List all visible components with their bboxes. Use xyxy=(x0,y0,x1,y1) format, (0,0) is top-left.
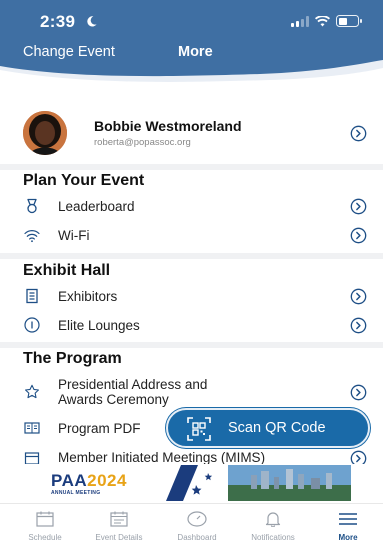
list-item-wifi[interactable]: Wi-Fi xyxy=(0,225,383,247)
profile-name: Bobbie Westmoreland xyxy=(94,118,242,134)
page-title: More xyxy=(178,44,213,60)
battery-icon xyxy=(336,15,362,27)
wifi-icon xyxy=(315,15,330,26)
moon-icon xyxy=(87,16,97,27)
section-title-exhibit: Exhibit Hall xyxy=(23,262,111,279)
event-details-icon xyxy=(110,511,128,527)
app-header: 2:39 Change Event More xyxy=(0,0,383,88)
leaderboard-icon xyxy=(27,198,37,214)
presidential-address-label-line2: Awards Ceremony xyxy=(58,392,169,407)
tab-notifications[interactable]: Notifications xyxy=(238,508,308,546)
exhibitors-label: Exhibitors xyxy=(58,289,118,304)
info-icon xyxy=(24,317,40,333)
qr-code-icon xyxy=(187,417,211,441)
star-icon xyxy=(25,384,39,399)
divider xyxy=(0,342,383,348)
avatar xyxy=(23,111,67,155)
chevron-right-icon xyxy=(350,125,367,142)
member-meetings-label: Member Initiated Meetings (MIMS) xyxy=(58,450,266,464)
change-event-button[interactable]: Change Event xyxy=(23,44,115,60)
divider xyxy=(0,164,383,170)
header-wave-decoration xyxy=(0,60,383,88)
banner-subtitle: ANNUAL MEETING xyxy=(51,490,101,496)
wifi-label: Wi-Fi xyxy=(58,228,90,243)
status-icons xyxy=(291,15,362,27)
profile-row[interactable]: Bobbie Westmoreland roberta@popassoc.org xyxy=(0,108,383,160)
presidential-address-label-line1: Presidential Address and xyxy=(58,377,208,392)
tab-schedule[interactable]: Schedule xyxy=(10,508,80,546)
tab-bar: Schedule Event Details Dashboard Notific… xyxy=(0,503,383,548)
calendar-icon xyxy=(36,511,54,527)
leaderboard-label: Leaderboard xyxy=(58,199,135,214)
scan-qr-code-button[interactable]: Scan QR Code xyxy=(166,408,370,448)
banner-logo: PAA2024 xyxy=(51,471,127,490)
chevron-right-icon xyxy=(350,450,367,464)
chevron-right-icon xyxy=(350,384,367,401)
list-item-member-meetings[interactable]: Member Initiated Meetings (MIMS) xyxy=(0,448,383,464)
dashboard-icon xyxy=(187,511,207,527)
more-screen: 2:39 Change Event More Bobbie Westmorela… xyxy=(0,0,383,548)
signal-icon xyxy=(291,15,309,27)
wifi-icon xyxy=(24,230,40,243)
bell-icon xyxy=(265,512,281,527)
chevron-right-icon xyxy=(350,317,367,334)
list-item-leaderboard[interactable]: Leaderboard xyxy=(0,196,383,218)
section-title-program: The Program xyxy=(23,350,122,367)
status-time: 2:39 xyxy=(40,12,76,31)
profile-email: roberta@popassoc.org xyxy=(94,137,191,148)
list-item-presidential-address[interactable]: Presidential Address and Awards Ceremony xyxy=(0,375,383,409)
chevron-right-icon xyxy=(350,198,367,215)
scan-qr-code-label: Scan QR Code xyxy=(228,420,326,436)
book-icon xyxy=(24,422,40,434)
program-pdf-label: Program PDF xyxy=(58,421,141,436)
list-item-elite-lounges[interactable]: Elite Lounges xyxy=(0,315,383,337)
elite-lounges-label: Elite Lounges xyxy=(58,318,140,333)
chevron-right-icon xyxy=(350,227,367,244)
menu-icon xyxy=(339,513,357,525)
sponsor-banner[interactable]: PAA2024 ANNUAL MEETING xyxy=(36,465,351,501)
exhibitors-icon xyxy=(26,288,38,304)
list-item-exhibitors[interactable]: Exhibitors xyxy=(0,286,383,308)
chevron-right-icon xyxy=(350,288,367,305)
divider xyxy=(0,253,383,259)
tab-dashboard[interactable]: Dashboard xyxy=(162,508,232,546)
calendar-icon xyxy=(24,452,40,464)
section-title-plan: Plan Your Event xyxy=(23,172,145,189)
tab-more[interactable]: More xyxy=(313,508,383,546)
tab-event-details[interactable]: Event Details xyxy=(84,508,154,546)
